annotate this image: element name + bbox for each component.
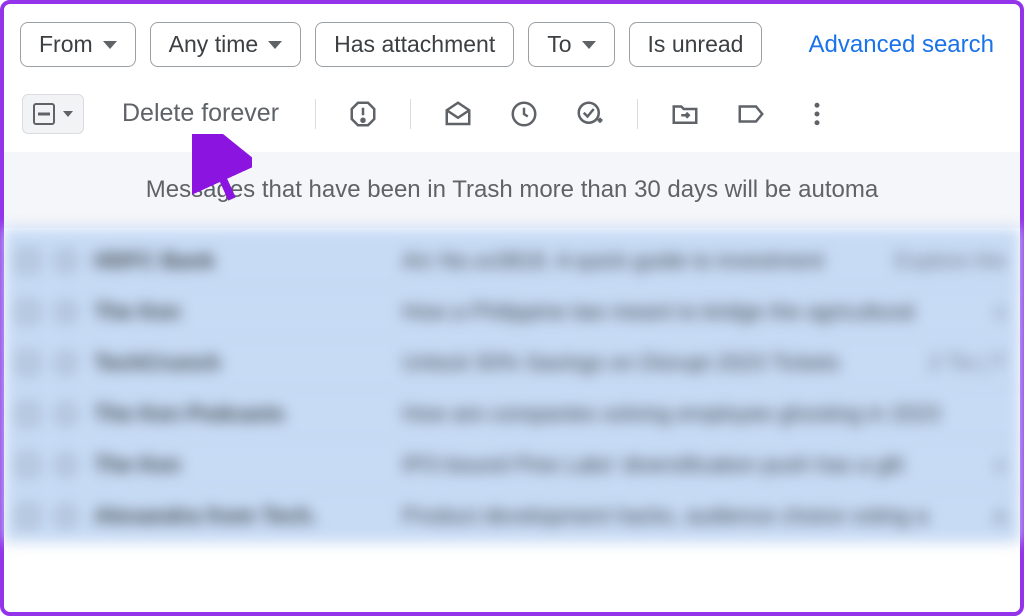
row-meta: Explore the (895, 248, 1006, 274)
separator (315, 99, 316, 129)
message-row[interactable]: Alexandra from Tech. Product development… (4, 491, 1020, 542)
trash-banner: Messages that have been in Trash more th… (4, 152, 1020, 228)
advanced-search-link[interactable]: Advanced search (809, 31, 1004, 59)
row-checkbox-icon[interactable] (18, 404, 38, 424)
select-all-button[interactable] (22, 94, 84, 134)
row-sender: TechCrunch (94, 350, 384, 376)
mark-unread-icon[interactable] (443, 99, 473, 129)
filter-is-unread-label: Is unread (648, 31, 744, 58)
row-sender: The Ken Podcasts (94, 401, 384, 427)
checkbox-indeterminate-icon (33, 103, 55, 125)
row-star-icon[interactable] (56, 506, 76, 526)
row-checkbox-icon[interactable] (18, 251, 38, 271)
row-subject: How are companies solving employee ghost… (402, 401, 988, 427)
separator (637, 99, 638, 129)
message-row[interactable]: The Ken Podcasts How are companies solvi… (4, 389, 1020, 440)
chevron-down-icon (103, 41, 117, 49)
more-icon[interactable] (802, 99, 832, 129)
row-meta: c (995, 452, 1006, 478)
row-star-icon[interactable] (56, 455, 76, 475)
add-to-tasks-icon[interactable] (575, 99, 605, 129)
filter-anytime-chip[interactable]: Any time (150, 22, 301, 67)
row-sender: Alexandra from Tech. (94, 503, 384, 529)
row-checkbox-icon[interactable] (18, 506, 38, 526)
row-star-icon[interactable] (56, 302, 76, 322)
filter-to-label: To (547, 31, 571, 58)
row-sender: The Ken (94, 299, 384, 325)
row-meta: c (995, 299, 1006, 325)
filter-from-chip[interactable]: From (20, 22, 136, 67)
delete-forever-button[interactable]: Delete forever (92, 93, 297, 134)
filter-anytime-label: Any time (169, 31, 258, 58)
row-sender: The Ken (94, 452, 384, 478)
chevron-down-icon (582, 41, 596, 49)
row-subject: Product development hacks, audience choi… (402, 503, 976, 529)
separator (410, 99, 411, 129)
row-meta: 2 Tix | T (929, 350, 1006, 376)
row-subject: IPO-bound Pine Labs' diversification pus… (402, 452, 977, 478)
filter-has-attachment-label: Has attachment (334, 31, 495, 58)
row-meta: a (994, 503, 1006, 529)
trash-banner-text: Messages that have been in Trash more th… (146, 176, 878, 203)
message-list: HDFC Bank A/c No.xx3818. A quick guide t… (4, 228, 1020, 542)
row-sender: HDFC Bank (94, 248, 384, 274)
message-row[interactable]: The Ken How a Philippine law meant to br… (4, 287, 1020, 338)
message-row[interactable]: TechCrunch Unlock 50% Savings on Disrupt… (4, 338, 1020, 389)
toolbar: Delete forever (4, 85, 1020, 152)
row-subject: How a Philippine law meant to bridge the… (402, 299, 977, 325)
row-checkbox-icon[interactable] (18, 353, 38, 373)
row-star-icon[interactable] (56, 353, 76, 373)
message-row[interactable]: The Ken IPO-bound Pine Labs' diversifica… (4, 440, 1020, 491)
row-subject: A/c No.xx3818. A quick guide to investme… (402, 248, 877, 274)
filter-to-chip[interactable]: To (528, 22, 614, 67)
row-checkbox-icon[interactable] (18, 302, 38, 322)
chevron-down-icon (63, 111, 73, 117)
labels-icon[interactable] (736, 99, 766, 129)
move-to-icon[interactable] (670, 99, 700, 129)
row-star-icon[interactable] (56, 251, 76, 271)
row-checkbox-icon[interactable] (18, 455, 38, 475)
chevron-down-icon (268, 41, 282, 49)
row-star-icon[interactable] (56, 404, 76, 424)
filter-is-unread-chip[interactable]: Is unread (629, 22, 763, 67)
filter-has-attachment-chip[interactable]: Has attachment (315, 22, 514, 67)
report-spam-icon[interactable] (348, 99, 378, 129)
message-row[interactable]: HDFC Bank A/c No.xx3818. A quick guide t… (4, 236, 1020, 287)
snooze-icon[interactable] (509, 99, 539, 129)
filter-bar: From Any time Has attachment To Is unrea… (4, 4, 1020, 85)
filter-from-label: From (39, 31, 93, 58)
row-subject: Unlock 50% Savings on Disrupt 2023 Ticke… (402, 350, 911, 376)
